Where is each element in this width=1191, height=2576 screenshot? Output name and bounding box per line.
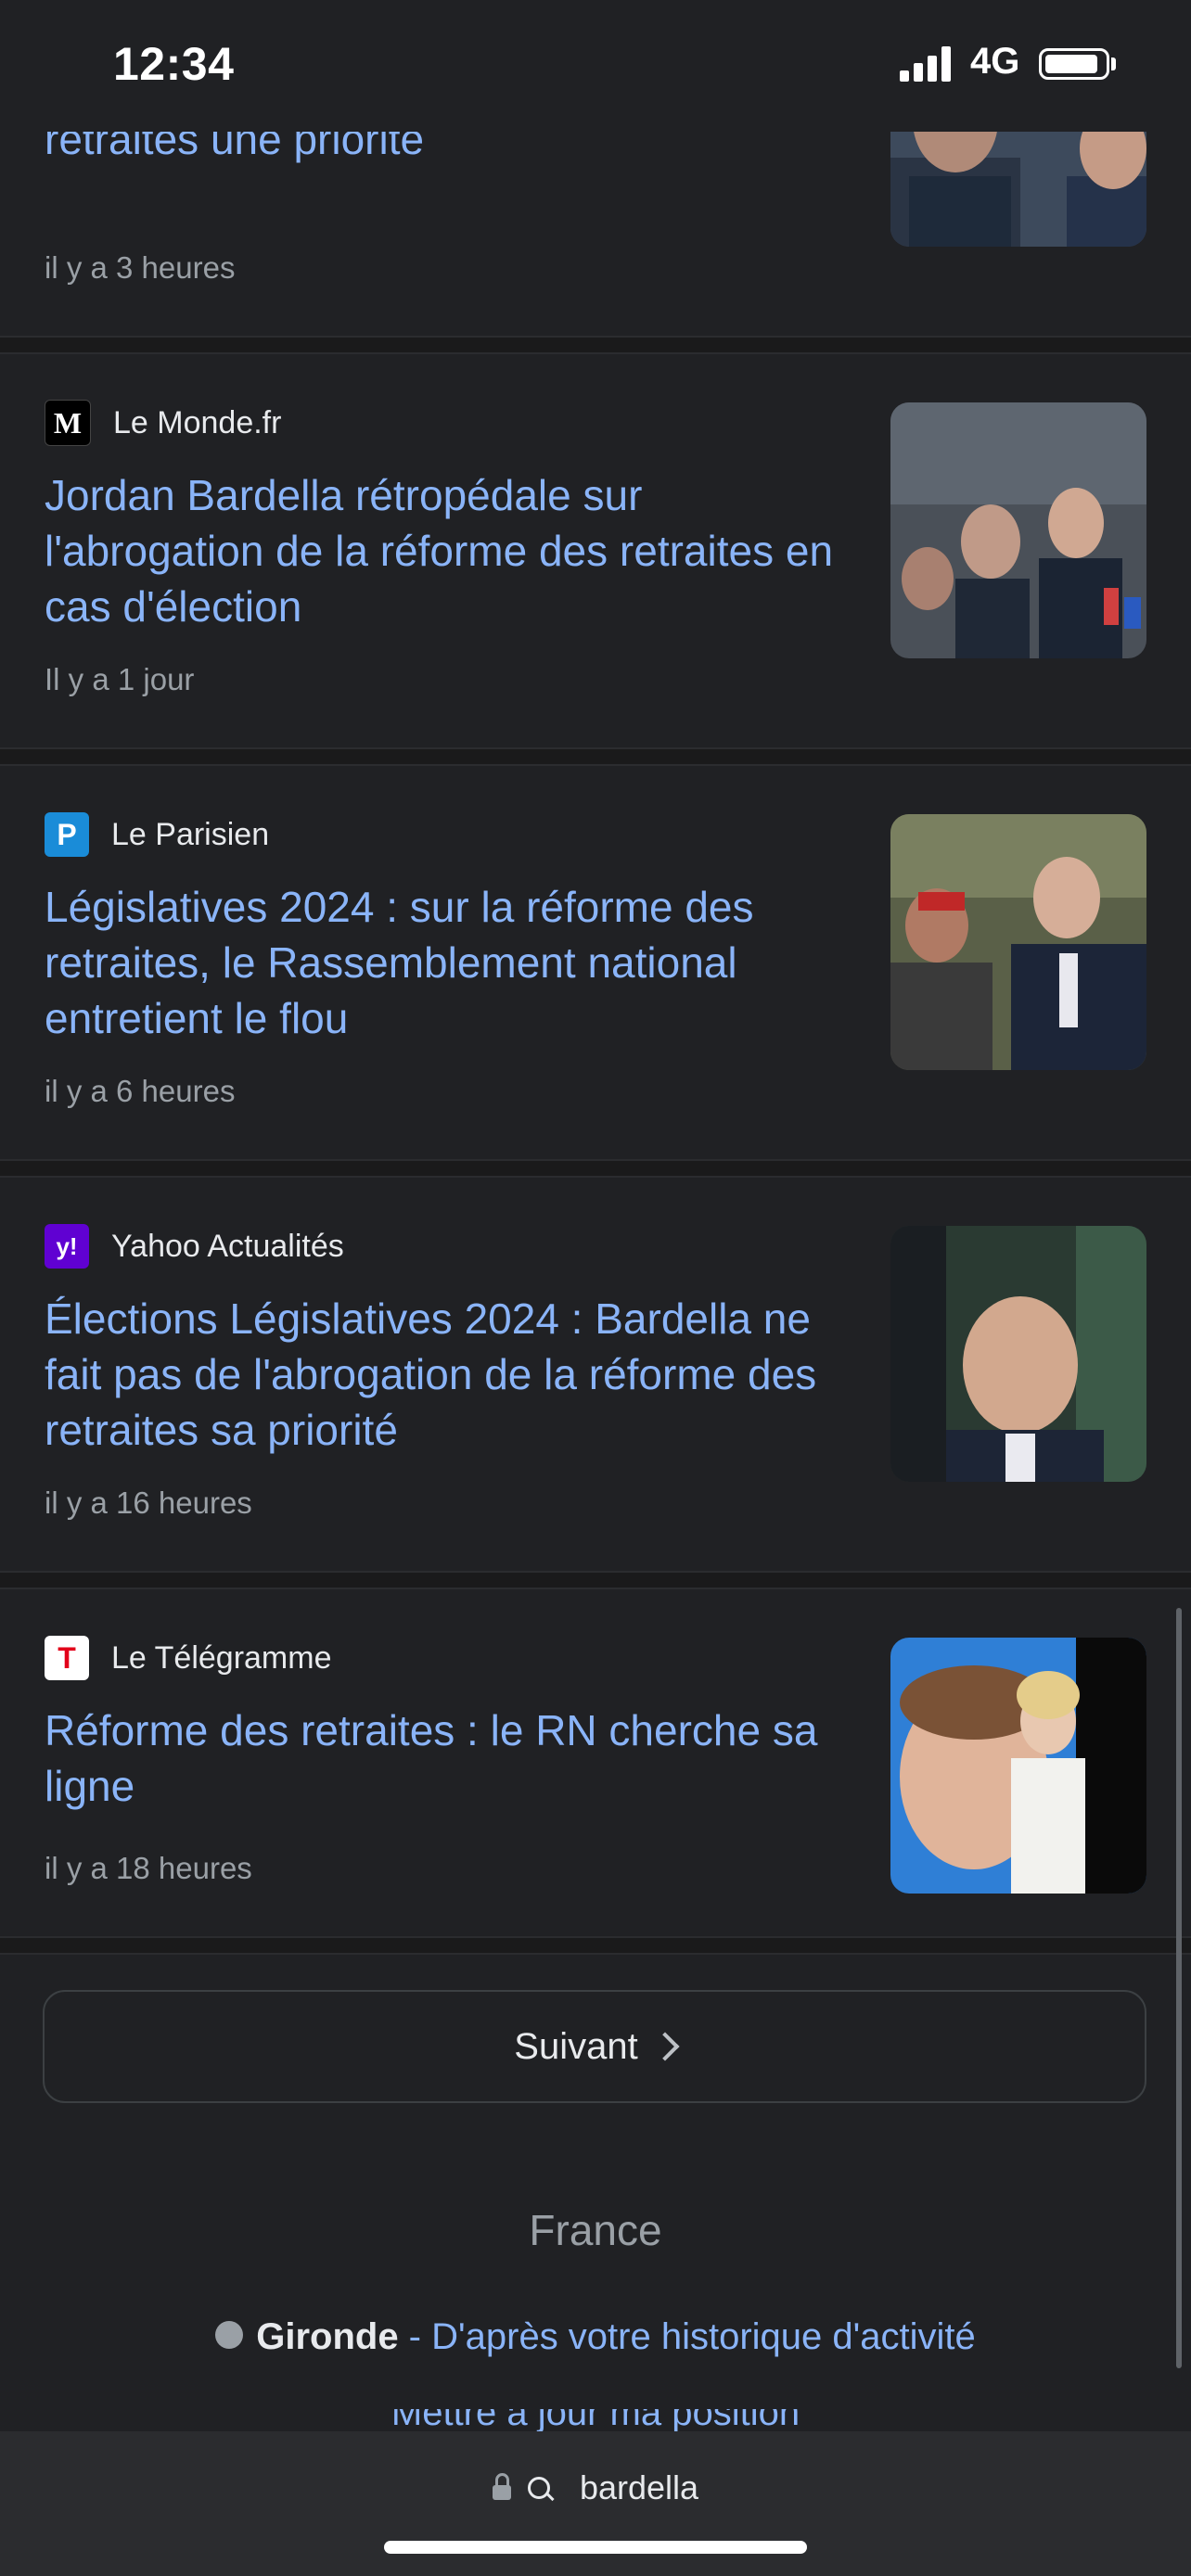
update-location-link[interactable]: Mettre à jour ma position xyxy=(0,2409,1191,2431)
next-label: Suivant xyxy=(514,2025,638,2067)
source-row: y! Yahoo Actualités xyxy=(45,1224,344,1269)
source-name: Yahoo Actualités xyxy=(111,1228,344,1264)
url-row[interactable]: bardella xyxy=(0,2468,1191,2507)
status-time: 12:34 xyxy=(113,38,235,90)
article-thumbnail[interactable] xyxy=(890,402,1146,658)
source-row: T Le Télégramme xyxy=(45,1636,332,1680)
signal-icon xyxy=(900,46,952,82)
time-ago: il y a 18 heures xyxy=(45,1851,252,1885)
headline[interactable]: Législatives 2024 : sur la réforme des r… xyxy=(45,879,842,1046)
news-card[interactable]: T Le Télégramme Réforme des retraites : … xyxy=(0,1589,1191,1936)
divider xyxy=(0,747,1191,766)
chevron-right-icon xyxy=(650,2032,680,2061)
divider xyxy=(0,336,1191,354)
location-dot-icon xyxy=(215,2321,244,2350)
country-label: France xyxy=(529,2206,662,2254)
news-card[interactable]: M Le Monde.fr Jordan Bardella rétropédal… xyxy=(0,354,1191,747)
search-query[interactable]: bardella xyxy=(580,2468,698,2507)
battery-cap xyxy=(1111,57,1116,70)
yahoo-favicon-icon: y! xyxy=(45,1224,89,1269)
location-name: Gironde xyxy=(256,2316,399,2357)
lock-icon xyxy=(492,2473,511,2500)
time-ago: Il y a 1 jour xyxy=(45,662,195,696)
news-card[interactable]: y! Yahoo Actualités Élections Législativ… xyxy=(0,1178,1191,1571)
next-page-button[interactable]: Suivant xyxy=(43,1990,1146,2103)
headline[interactable]: Élections Législatives 2024 : Bardella n… xyxy=(45,1291,842,1458)
source-name: Le Parisien xyxy=(111,816,270,852)
address-bar[interactable]: bardella xyxy=(0,2431,1191,2576)
location-source-link[interactable]: - D'après votre historique d'activité xyxy=(399,2316,976,2357)
article-thumbnail[interactable] xyxy=(890,1226,1146,1482)
divider xyxy=(0,1159,1191,1178)
le-telegramme-favicon-icon: T xyxy=(45,1636,89,1680)
news-card[interactable]: P Le Parisien Législatives 2024 : sur la… xyxy=(0,766,1191,1159)
home-indicator[interactable] xyxy=(384,2541,807,2554)
le-parisien-favicon-icon: P xyxy=(45,812,89,857)
location-row: Gironde - D'après votre historique d'act… xyxy=(0,2316,1191,2358)
source-name: Le Télégramme xyxy=(111,1639,332,1676)
source-row: P Le Parisien xyxy=(45,812,269,857)
time-ago: il y a 6 heures xyxy=(45,1074,236,1108)
article-thumbnail[interactable] xyxy=(890,814,1146,1070)
le-monde-favicon-icon: M xyxy=(45,400,91,446)
search-icon xyxy=(527,2477,550,2499)
time-ago: il y a 16 heures xyxy=(45,1486,252,1520)
source-name: Le Monde.fr xyxy=(113,404,282,440)
article-thumbnail[interactable] xyxy=(890,1638,1146,1894)
divider xyxy=(0,1936,1191,1955)
headline[interactable]: Réforme des retraites : le RN cherche sa… xyxy=(45,1702,842,1814)
network-type: 4G xyxy=(970,41,1020,82)
time-ago: il y a 3 heures xyxy=(45,250,236,285)
battery-icon xyxy=(1039,48,1109,80)
source-row: M Le Monde.fr xyxy=(45,400,282,446)
status-bar: 12:34 4G xyxy=(0,0,1191,132)
headline[interactable]: Jordan Bardella rétropédale sur l'abroga… xyxy=(45,467,842,634)
divider xyxy=(0,1571,1191,1589)
scrollbar[interactable] xyxy=(1176,1608,1182,2368)
